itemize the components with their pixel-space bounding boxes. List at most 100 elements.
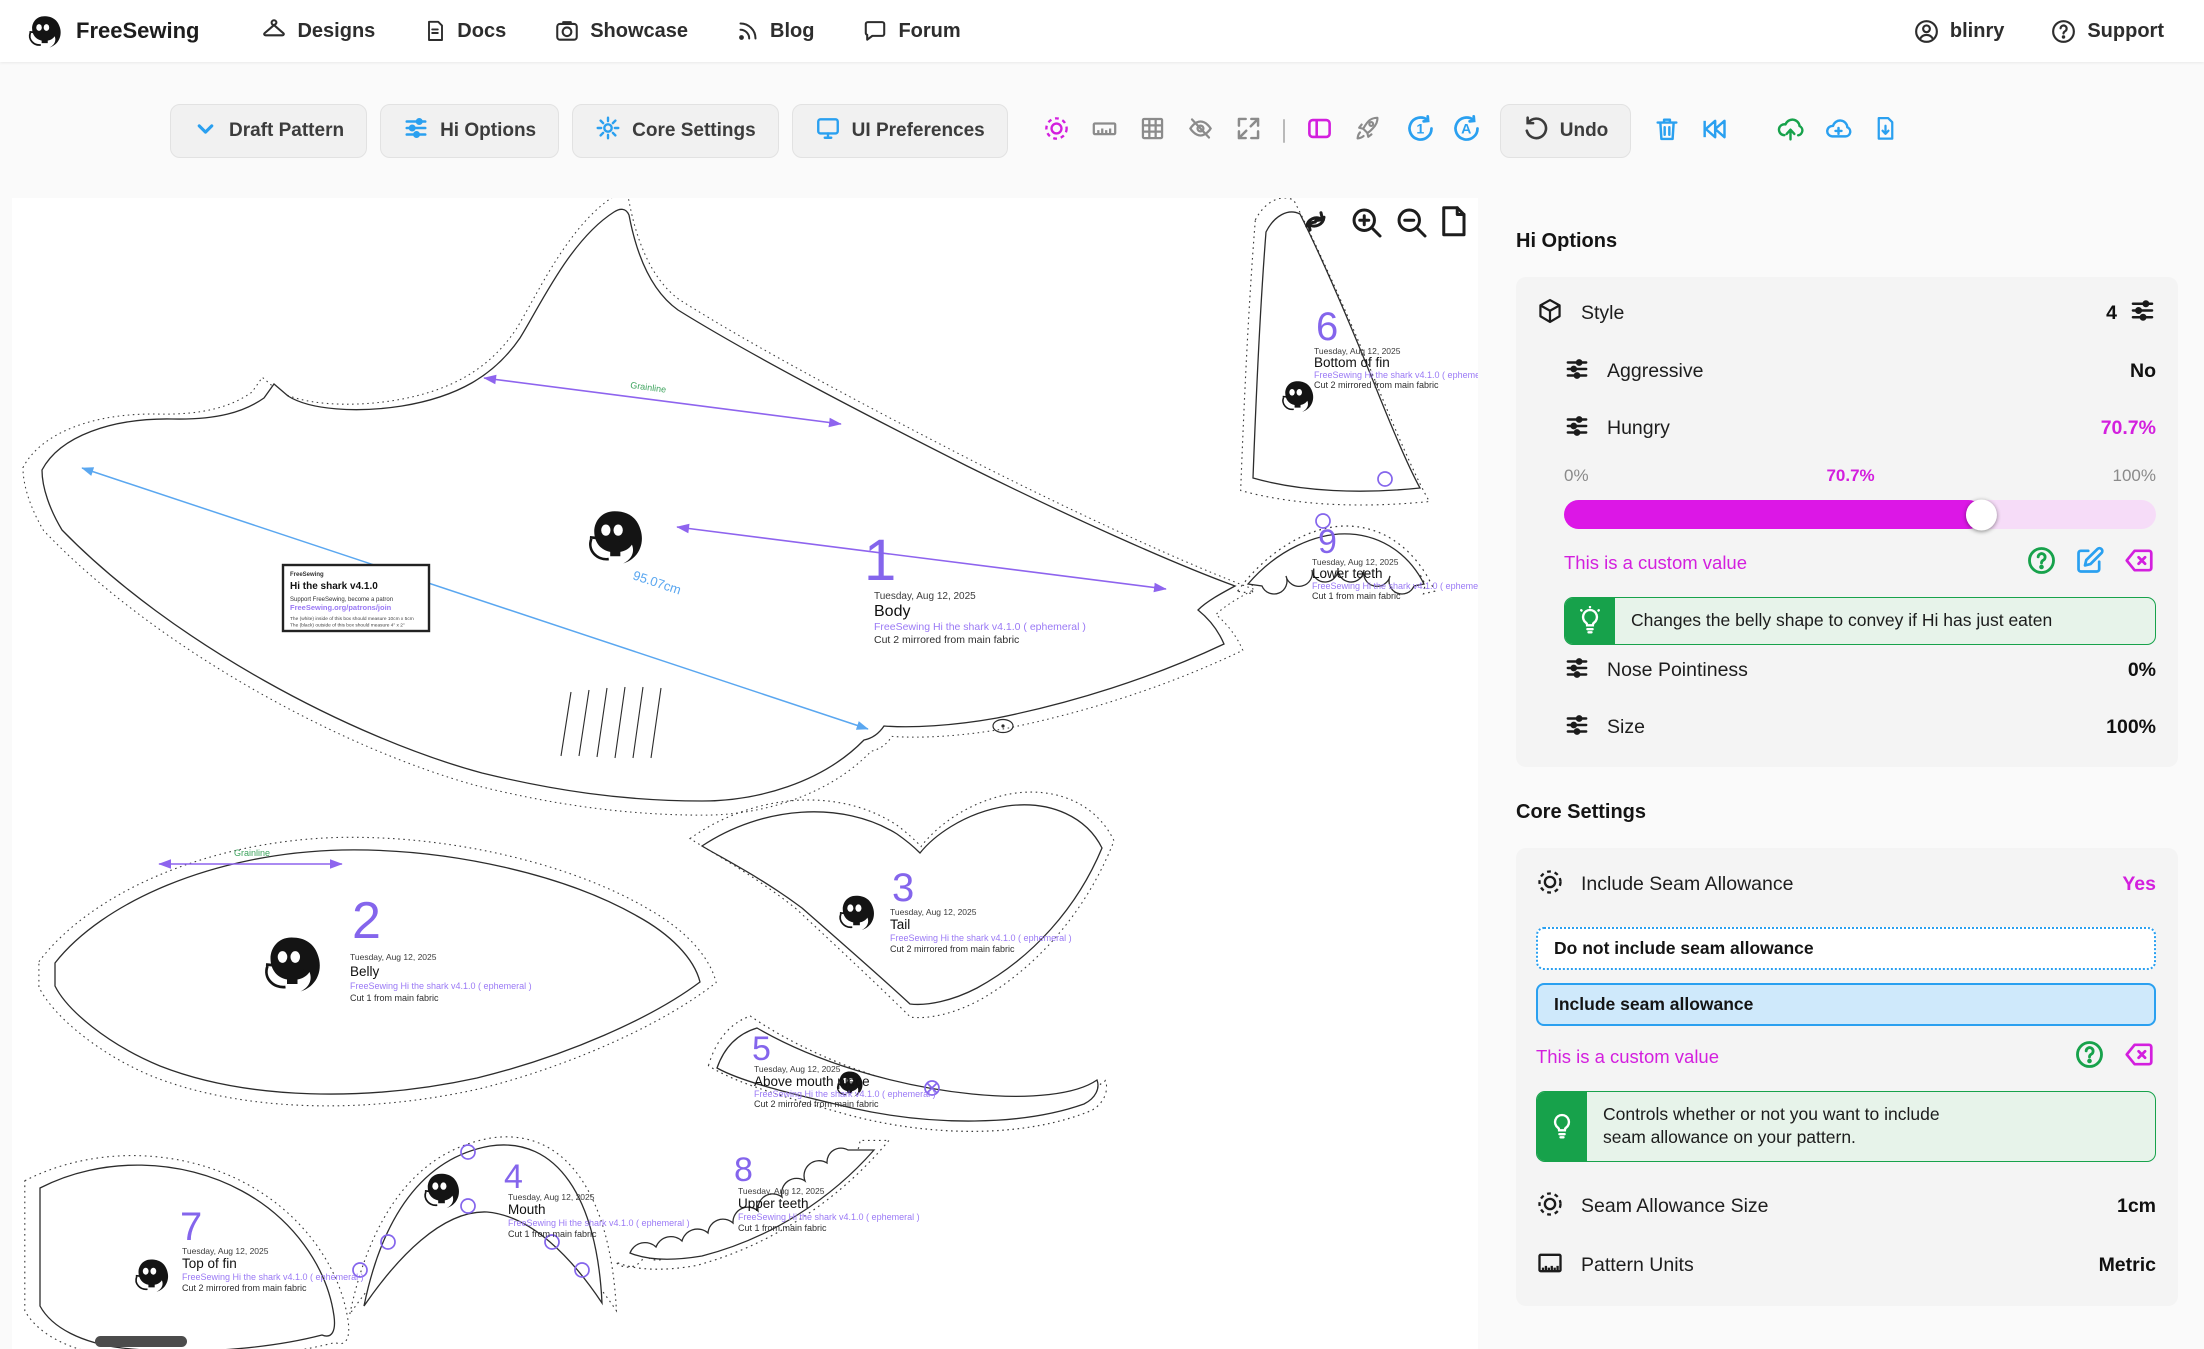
piece-date: Tuesday, Aug 12, 2025 [754,1064,841,1074]
piece-name: Belly [350,964,380,979]
tip-text: Changes the belly shape to convey if Hi … [1615,598,2068,644]
clear-value-icon[interactable] [2122,1039,2156,1075]
new-page-icon[interactable] [1444,208,1464,235]
include-seam-allowance-label: Include Seam Allowance [1581,873,1793,896]
piece-name: Above mouth piece [754,1074,870,1089]
zoom-out-icon[interactable] [1399,210,1425,236]
button-label: Draft Pattern [229,120,344,142]
ruler-icon [1536,1249,1564,1282]
expand-icon[interactable] [1235,115,1262,147]
piece-cut-line: Cut 2 mirrored from main fabric [182,1283,307,1293]
zoom-in-icon[interactable] [1354,210,1380,236]
nose-pointiness-value: 0% [2128,659,2156,682]
nav-item-support[interactable]: Support [2050,18,2164,45]
nav-item-designs[interactable]: Designs [261,18,375,44]
hungry-label: Hungry [1607,417,1670,440]
pattern-canvas[interactable]: 95.07cm Grainline FreeSewing Hi the shar… [12,198,1478,1349]
rotate-icon[interactable] [1307,213,1324,230]
svg-text:Hi the shark v4.1.0: Hi the shark v4.1.0 [290,581,378,592]
seam-allowance-size-value: 1cm [2117,1195,2156,1218]
piece-design-line: FreeSewing Hi the shark v4.1.0 ( ephemer… [350,981,532,991]
horizontal-scrollbar[interactable] [95,1336,187,1347]
undo-icon [1523,115,1549,147]
svg-text:A: A [1461,122,1471,138]
include-seam-allowance-row[interactable]: Include Seam Allowance Yes [1536,868,2156,901]
option-no-seam-allowance[interactable]: Do not include seam allowance [1536,927,2156,970]
piece-date: Tuesday, Aug 12, 2025 [350,952,437,962]
reset-one-icon[interactable]: 1 [1405,113,1436,149]
cloud-upload-icon[interactable] [1776,114,1805,148]
monitor-icon [815,115,841,147]
nav-label: Support [2087,20,2164,43]
svg-text:1: 1 [1416,122,1424,138]
hide-details-icon[interactable] [1187,115,1214,147]
pattern-piece-above-mouth[interactable]: 5 Tuesday, Aug 12, 2025 Above mouth piec… [708,1016,1106,1131]
custom-value-row: This is a custom value [1564,545,2156,581]
seam-allowance-icon [1536,1190,1564,1223]
hi-options-button[interactable]: Hi Options [380,104,559,158]
piece-cut-line: Cut 1 from main fabric [738,1223,827,1233]
pattern-piece-tail[interactable]: 3 Tuesday, Aug 12, 2025 Tail FreeSewing … [690,792,1114,1018]
nav-item-forum[interactable]: Forum [862,18,960,44]
pattern-piece-lower-teeth[interactable]: 9 Tuesday, Aug 12, 2025 Lower teeth Free… [1238,514,1478,601]
pattern-piece-mouth[interactable]: 4 Tuesday, Aug 12, 2025 Mouth FreeSewing… [350,1137,690,1314]
export-file-icon[interactable] [1872,114,1899,148]
pattern-piece-upper-teeth[interactable]: 8 Tuesday, Aug 12, 2025 Upper teeth Free… [616,1140,920,1269]
aggressive-row[interactable]: Aggressive No [1536,356,2156,387]
pattern-piece-belly[interactable]: Grainline 2 Tuesday, Aug 12, 2025 Belly … [39,837,716,1106]
nav-label: Docs [457,20,506,43]
pattern-piece-body[interactable]: 95.07cm Grainline FreeSewing Hi the shar… [23,198,1254,815]
help-circle-icon[interactable] [2026,545,2057,581]
hungry-row[interactable]: Hungry 70.7% [1536,413,2156,444]
pattern-piece-bottom-of-fin[interactable]: 6 Tuesday, Aug 12, 2025 Bottom of fin Fr… [1241,198,1478,505]
nav-item-account[interactable]: blinry [1913,18,2004,45]
help-circle-icon[interactable] [2074,1039,2105,1075]
cloud-icons [1776,114,1899,148]
ui-preferences-button[interactable]: UI Preferences [792,104,1008,158]
style-row[interactable]: Style 4 [1536,297,2156,330]
sliders-icon[interactable] [2129,297,2156,330]
undo-button[interactable]: Undo [1500,104,1632,158]
reset-all-icon[interactable]: A [1451,113,1482,149]
piece-name: Bottom of fin [1314,355,1390,370]
gear-icon [595,115,621,147]
pattern-units-label: Pattern Units [1581,1254,1694,1277]
pattern-piece-top-of-fin[interactable]: 7 Tuesday, Aug 12, 2025 Top of fin FreeS… [25,1156,364,1349]
option-sliders-icon [1564,356,1590,387]
piece-number: 9 [1318,523,1337,561]
piece-cut-line: Cut 1 from main fabric [1312,591,1401,601]
hungry-slider[interactable] [1564,500,2156,529]
rewind-icon[interactable] [1700,115,1728,148]
seam-allowance-size-row[interactable]: Seam Allowance Size 1cm [1536,1190,2156,1223]
chat-icon [862,18,888,44]
nose-pointiness-row[interactable]: Nose Pointiness 0% [1536,655,2156,686]
freesewing-logo[interactable]: FreeSewing [26,9,199,53]
piece-design-line: FreeSewing Hi the shark v4.1.0 ( ephemer… [754,1089,936,1099]
rocket-icon[interactable] [1354,115,1381,147]
nav-item-showcase[interactable]: Showcase [554,18,688,44]
edit-icon[interactable] [2074,545,2105,581]
piece-design-line: FreeSewing Hi the shark v4.1.0 ( ephemer… [874,621,1086,633]
piece-date: Tuesday, Aug 12, 2025 [890,907,977,917]
trash-icon[interactable] [1653,115,1681,148]
slider-thumb[interactable] [1965,499,1996,530]
pattern-units-row[interactable]: Pattern Units Metric [1536,1249,2156,1282]
core-settings-button[interactable]: Core Settings [572,104,779,158]
seam-allowance-size-label: Seam Allowance Size [1581,1195,1769,1218]
nav-item-blog[interactable]: Blog [736,18,814,44]
nav-item-docs[interactable]: Docs [423,18,506,44]
draft-pattern-button[interactable]: Draft Pattern [170,104,367,158]
cloud-add-icon[interactable] [1824,114,1853,148]
option-include-seam-allowance[interactable]: Include seam allowance [1536,983,2156,1026]
ruler-toggle-icon[interactable] [1091,115,1118,147]
sliders-icon [403,115,429,147]
panel-toggle-icon[interactable] [1306,115,1333,147]
size-row[interactable]: Size 100% [1536,712,2156,743]
clear-value-icon[interactable] [2122,545,2156,581]
seam-allowance-toggle-icon[interactable] [1043,115,1070,147]
size-value: 100% [2106,716,2156,739]
grid-toggle-icon[interactable] [1139,115,1166,147]
hungry-slider-block: 0% 70.7% 100% This is a custom value Cha… [1564,466,2156,645]
skull-logo-icon [26,9,66,53]
settings-sidebar: Hi Options Style 4 Aggressive No Hungry … [1516,230,2178,1306]
